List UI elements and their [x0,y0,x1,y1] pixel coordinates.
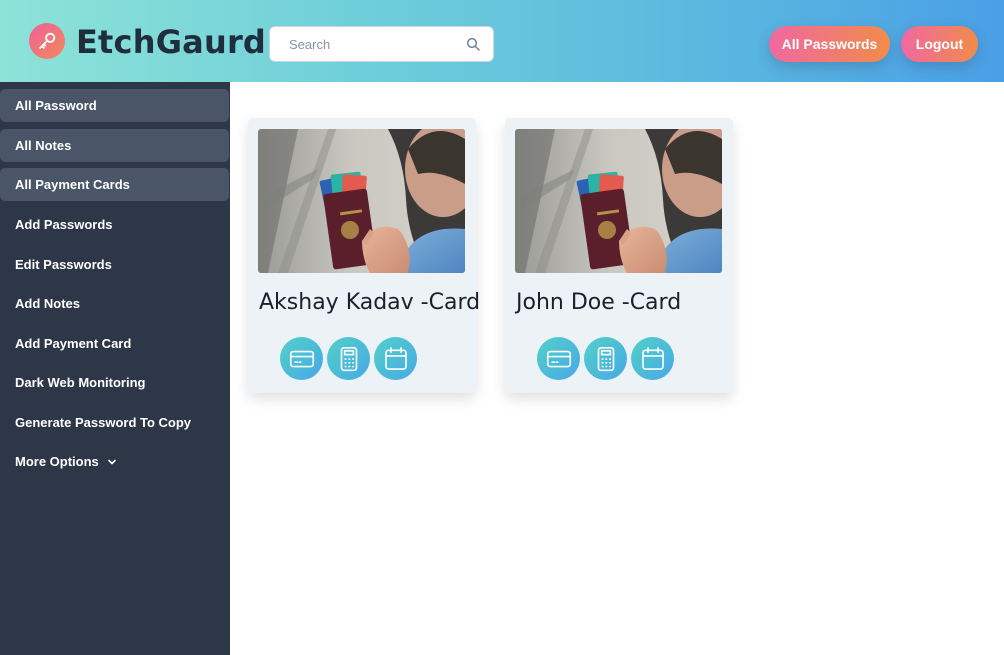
sidebar-item-dark-web-monitoring[interactable]: Dark Web Monitoring [0,366,229,399]
sidebar-item-label: Dark Web Monitoring [15,375,146,390]
sidebar-item-generate-password[interactable]: Generate Password To Copy [0,406,229,439]
card-calculator-button[interactable] [327,337,370,380]
sidebar-item-all-notes[interactable]: All Notes [0,129,229,162]
search-input[interactable] [270,27,460,61]
search-icon[interactable] [465,36,481,52]
card-photo [258,129,465,273]
sidebar-item-label: All Payment Cards [15,177,130,192]
sidebar-item-all-payment-cards[interactable]: All Payment Cards [0,168,229,201]
card-details-button[interactable] [537,337,580,380]
card-expiry-button[interactable] [374,337,417,380]
all-passwords-button[interactable]: All Passwords [769,26,890,62]
sidebar-item-label: More Options [15,454,99,469]
sidebar-item-label: Add Payment Card [15,336,132,351]
calendar-icon [641,346,664,370]
key-icon [39,32,56,49]
sidebar-item-all-password[interactable]: All Password [0,89,229,122]
card-expiry-button[interactable] [631,337,674,380]
sidebar-item-label: Add Notes [15,296,80,311]
card-title: John Doe -Card [516,290,682,315]
sidebar-item-add-notes[interactable]: Add Notes [0,287,229,320]
card-title: Akshay Kadav -Card [259,290,481,315]
sidebar-item-label: Edit Passwords [15,257,112,272]
sidebar-item-label: All Password [15,98,97,113]
brand-name[interactable]: EtchGaurd [76,22,266,62]
sidebar-item-label: Generate Password To Copy [15,415,192,430]
card-details-button[interactable] [280,337,323,380]
sidebar-item-more-options[interactable]: More Options [0,445,229,478]
sidebar-item-edit-passwords[interactable]: Edit Passwords [0,248,229,281]
passport-with-cards-image [515,129,722,273]
sidebar-item-label: All Notes [15,138,72,153]
card-calculator-button[interactable] [584,337,627,380]
logout-button[interactable]: Logout [901,26,978,62]
passport-with-cards-image [258,129,465,273]
sidebar-item-add-payment-card[interactable]: Add Payment Card [0,327,229,360]
search-box [269,26,494,62]
card-photo [515,129,722,273]
sidebar-item-add-passwords[interactable]: Add Passwords [0,208,229,241]
sidebar: All Password All Notes All Payment Cards… [0,82,230,655]
credit-card-icon [289,350,314,367]
sidebar-item-label: Add Passwords [15,217,113,232]
payment-card[interactable]: Akshay Kadav -Card [248,118,480,393]
logo[interactable] [29,23,65,59]
payment-card[interactable]: John Doe -Card [505,118,733,393]
calendar-icon [384,346,407,370]
calculator-icon [340,346,357,371]
top-header: EtchGaurd All Passwords Logout [0,0,1004,82]
calculator-icon [597,346,614,371]
credit-card-icon [546,350,571,367]
chevron-down-icon [107,459,116,465]
